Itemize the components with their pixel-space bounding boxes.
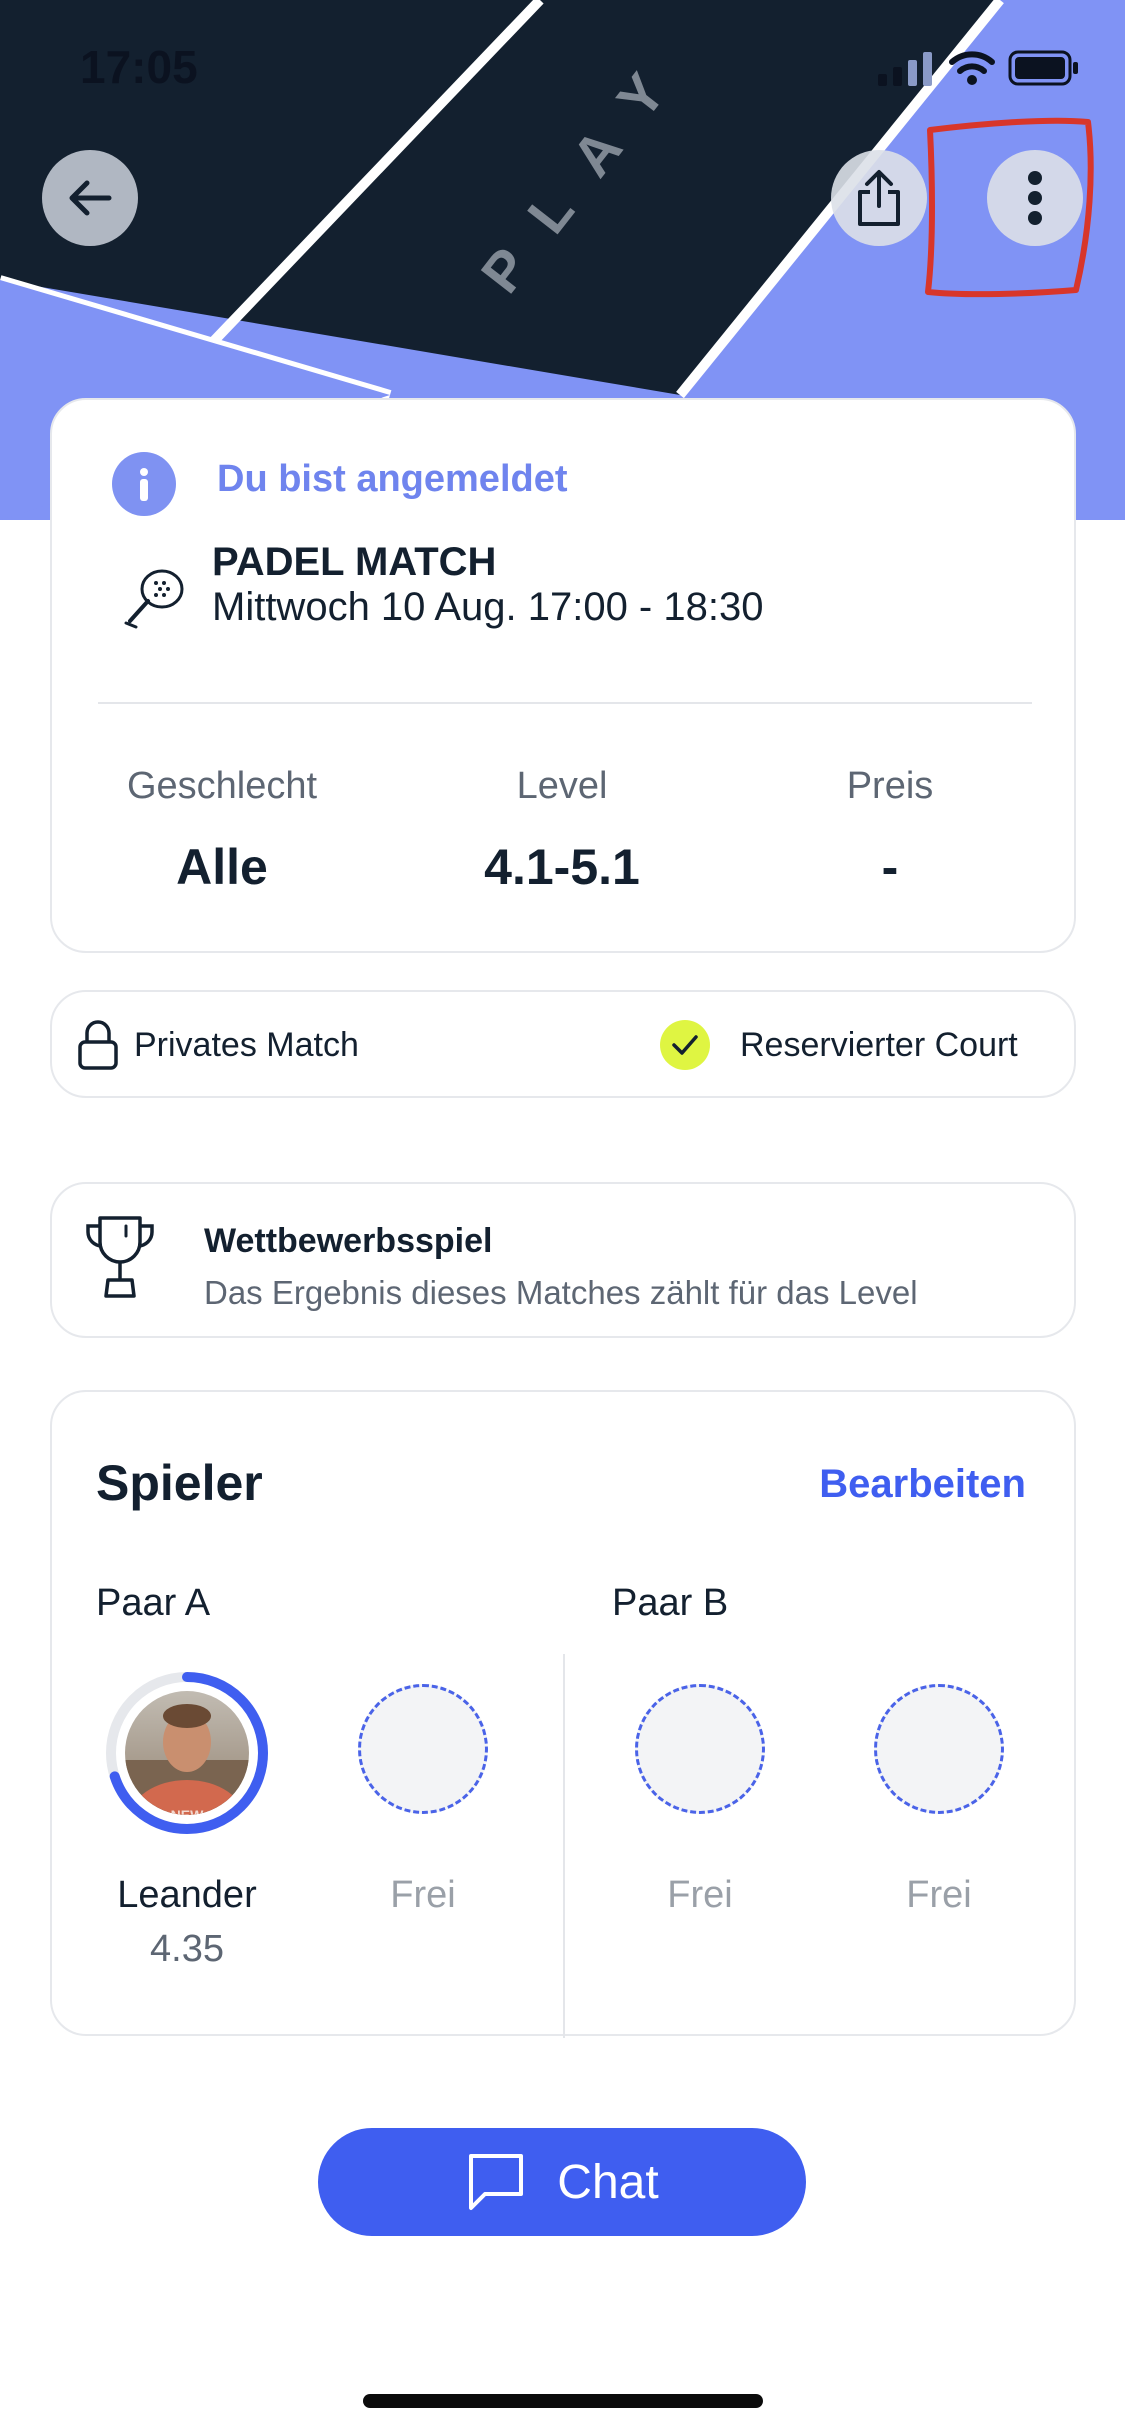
battery-icon — [1008, 50, 1078, 86]
signal-icon — [878, 52, 932, 86]
arrow-left-icon — [69, 180, 112, 216]
lock-icon — [78, 1020, 118, 1070]
pair-a-label: Paar A — [96, 1582, 211, 1624]
divider — [98, 702, 1032, 704]
match-info-card: Du bist angemeldet PADEL MATCH Mittwoch … — [50, 398, 1076, 953]
info-icon — [112, 452, 176, 516]
annotation-highlight — [925, 117, 1094, 298]
share-icon — [858, 170, 900, 226]
chat-bubble-icon — [469, 2154, 524, 2210]
free-slot-label: Frei — [390, 1874, 456, 1916]
stat-label-level: Level — [516, 765, 608, 807]
registered-status: Du bist angemeldet — [217, 458, 568, 500]
stat-value-price: - — [881, 839, 899, 895]
competition-description: Das Ergebnis dieses Matches zählt für da… — [204, 1274, 918, 1311]
free-slot-label: Frei — [667, 1874, 733, 1916]
free-slot-pair-a[interactable] — [358, 1684, 488, 1814]
pair-divider — [563, 1654, 565, 2038]
free-slot-label: Frei — [906, 1874, 972, 1916]
players-card: Spieler Bearbeiten Paar A Paar B NEW Lea… — [50, 1390, 1076, 2038]
players-title: Spieler — [96, 1455, 263, 1511]
competition-title: Wettbewerbsspiel — [204, 1222, 493, 1260]
reserved-court-label: Reservierter Court — [740, 1026, 1018, 1064]
status-time: 17:05 — [80, 41, 198, 93]
match-flags-card: Privates Match Reservierter Court — [50, 990, 1076, 1098]
free-slot-pair-b-1[interactable] — [635, 1684, 765, 1814]
competition-card: Wettbewerbsspiel Das Ergebnis dieses Mat… — [50, 1182, 1076, 1338]
svg-text:NEW: NEW — [171, 1807, 204, 1823]
trophy-icon — [86, 1216, 154, 1298]
private-match-label: Privates Match — [134, 1026, 359, 1064]
match-datetime: Mittwoch 10 Aug. 17:00 - 18:30 — [212, 585, 764, 629]
back-button[interactable] — [42, 150, 138, 246]
match-title: PADEL MATCH — [212, 540, 497, 584]
stat-value-gender: Alle — [176, 839, 268, 895]
stat-label-price: Preis — [846, 765, 934, 807]
chat-button[interactable]: Chat — [318, 2128, 806, 2236]
player-avatar[interactable]: NEW — [104, 1670, 270, 1836]
share-button[interactable] — [831, 150, 927, 246]
wifi-icon — [949, 51, 995, 85]
check-icon — [660, 1020, 710, 1070]
home-indicator — [363, 2394, 763, 2408]
free-slot-pair-b-2[interactable] — [874, 1684, 1004, 1814]
chat-button-label: Chat — [557, 2155, 659, 2209]
padel-racket-icon — [124, 569, 184, 629]
player-level: 4.35 — [150, 1928, 224, 1970]
pair-b-label: Paar B — [612, 1582, 729, 1624]
edit-players-link[interactable]: Bearbeiten — [819, 1462, 1026, 1507]
player-name: Leander — [117, 1874, 257, 1916]
stat-label-gender: Geschlecht — [126, 765, 318, 807]
stat-value-level: 4.1-5.1 — [484, 839, 640, 895]
